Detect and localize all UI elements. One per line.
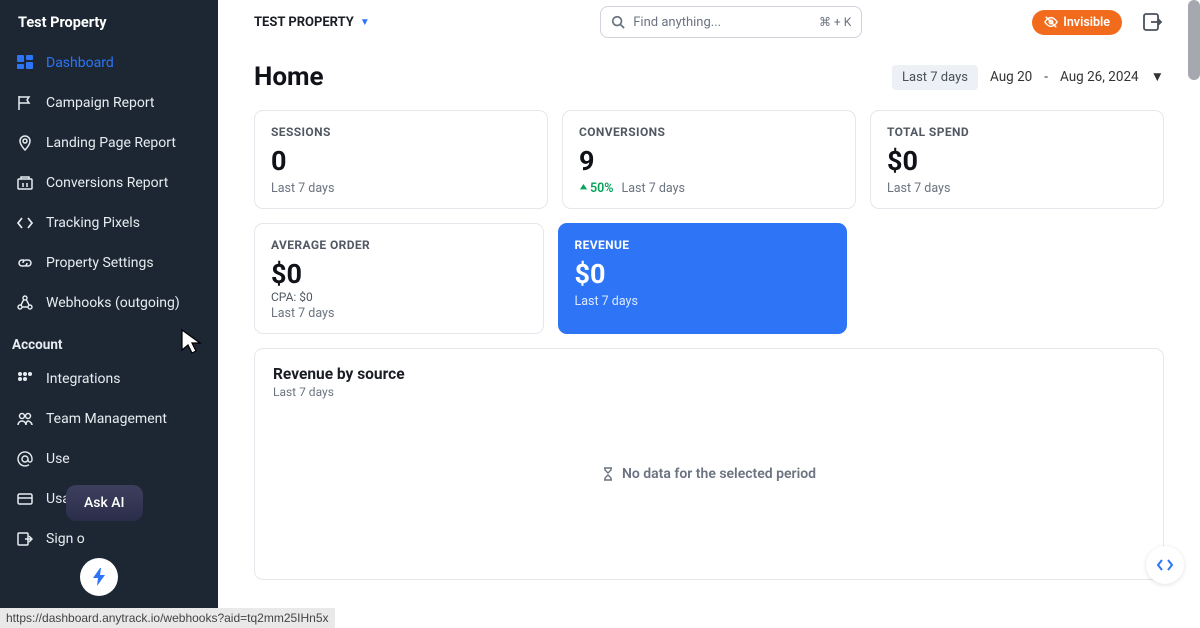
content: Home Last 7 days Aug 20 - Aug 26, 2024 ▼… bbox=[218, 44, 1200, 628]
sidebar-item-team-management[interactable]: Team Management bbox=[0, 399, 218, 439]
sidebar: Test Property Dashboard Campaign Report … bbox=[0, 0, 218, 628]
foot-label: Last 7 days bbox=[622, 181, 685, 196]
date-range-chip: Last 7 days bbox=[892, 65, 978, 90]
breadcrumb[interactable]: TEST PROPERTY ▼ bbox=[254, 15, 370, 30]
card-subvalue: CPA: $0 bbox=[271, 290, 527, 304]
sidebar-title: Test Property bbox=[0, 0, 218, 43]
bolt-icon bbox=[91, 568, 107, 586]
exit-icon[interactable] bbox=[1142, 12, 1164, 32]
card-icon bbox=[16, 490, 34, 508]
invisible-badge[interactable]: Invisible bbox=[1032, 10, 1122, 35]
empty-text: No data for the selected period bbox=[622, 466, 816, 482]
sidebar-item-label: Property Settings bbox=[46, 255, 154, 271]
pin-icon bbox=[16, 134, 34, 152]
sidebar-item-label: Conversions Report bbox=[46, 175, 168, 191]
sidebar-item-label: Webhooks (outgoing) bbox=[46, 295, 180, 311]
sidebar-item-label: Sign o bbox=[46, 531, 85, 547]
sidebar-item-label: Landing Page Report bbox=[46, 135, 176, 151]
breadcrumb-label: TEST PROPERTY bbox=[254, 15, 354, 30]
search-shortcut: ⌘ + K bbox=[819, 15, 851, 29]
card-sessions[interactable]: SESSIONS 0 Last 7 days bbox=[254, 110, 548, 209]
sidebar-item-integrations[interactable]: Integrations bbox=[0, 359, 218, 399]
team-icon bbox=[16, 410, 34, 428]
sidebar-item-conversions-report[interactable]: Conversions Report bbox=[0, 163, 218, 203]
signout-icon bbox=[16, 530, 34, 548]
scrollbar-thumb[interactable] bbox=[1188, 0, 1200, 80]
main-area: TEST PROPERTY ▼ Find anything... ⌘ + K I… bbox=[218, 0, 1200, 628]
dashboard-icon bbox=[16, 54, 34, 72]
sidebar-item-webhooks[interactable]: Webhooks (outgoing) bbox=[0, 283, 218, 323]
sidebar-item-label: Campaign Report bbox=[46, 95, 155, 111]
card-total-spend[interactable]: TOTAL SPEND $0 Last 7 days bbox=[870, 110, 1164, 209]
zap-fab[interactable] bbox=[80, 558, 118, 596]
card-label: TOTAL SPEND bbox=[887, 125, 1147, 139]
date-separator: - bbox=[1044, 69, 1048, 85]
topbar: TEST PROPERTY ▼ Find anything... ⌘ + K I… bbox=[218, 0, 1200, 44]
sidebar-item-campaign-report[interactable]: Campaign Report bbox=[0, 83, 218, 123]
conversion-icon bbox=[16, 174, 34, 192]
card-average-order[interactable]: AVERAGE ORDER $0 CPA: $0 Last 7 days bbox=[254, 223, 544, 334]
search-input[interactable]: Find anything... ⌘ + K bbox=[600, 6, 862, 38]
card-value: 0 bbox=[271, 145, 531, 177]
ask-ai-button[interactable]: Ask AI bbox=[66, 485, 143, 521]
card-value: $0 bbox=[887, 145, 1147, 177]
card-value: 9 bbox=[579, 145, 839, 177]
card-footer: Last 7 days bbox=[887, 181, 1147, 196]
status-bar-url: https://dashboard.anytrack.io/webhooks?a… bbox=[0, 608, 335, 628]
webhook-icon bbox=[16, 294, 34, 312]
link-icon bbox=[16, 254, 34, 272]
card-revenue[interactable]: REVENUE $0 Last 7 days bbox=[558, 223, 848, 334]
card-label: AVERAGE ORDER bbox=[271, 238, 527, 252]
card-footer: 50% Last 7 days bbox=[579, 181, 839, 196]
arrow-up-icon bbox=[579, 184, 588, 193]
sidebar-item-user-email[interactable]: Use bbox=[0, 439, 218, 479]
panel-empty-state: No data for the selected period bbox=[273, 399, 1145, 549]
date-start: Aug 20 bbox=[990, 69, 1032, 85]
sidebar-section-account: Account bbox=[0, 323, 218, 359]
code-icon bbox=[16, 214, 34, 232]
revenue-by-source-panel: Revenue by source Last 7 days No data fo… bbox=[254, 348, 1164, 580]
sidebar-item-landing-page-report[interactable]: Landing Page Report bbox=[0, 123, 218, 163]
flag-icon bbox=[16, 94, 34, 112]
search-icon bbox=[611, 15, 625, 29]
code-icon bbox=[1156, 556, 1174, 574]
date-range-picker[interactable]: Last 7 days Aug 20 - Aug 26, 2024 ▼ bbox=[892, 65, 1164, 90]
at-icon bbox=[16, 450, 34, 468]
badge-label: Invisible bbox=[1063, 15, 1110, 30]
panel-subtitle: Last 7 days bbox=[273, 385, 1145, 399]
sidebar-item-label: Dashboard bbox=[46, 55, 114, 71]
card-footer: Last 7 days bbox=[271, 306, 527, 321]
sidebar-item-label: Use bbox=[46, 451, 70, 467]
sidebar-item-label: Integrations bbox=[46, 371, 120, 387]
sidebar-item-property-settings[interactable]: Property Settings bbox=[0, 243, 218, 283]
hourglass-icon bbox=[602, 467, 614, 481]
delta-up: 50% bbox=[579, 181, 614, 196]
page-title: Home bbox=[254, 62, 324, 92]
sidebar-item-label: Team Management bbox=[46, 411, 167, 427]
card-conversions[interactable]: CONVERSIONS 9 50% Last 7 days bbox=[562, 110, 856, 209]
card-footer: Last 7 days bbox=[271, 181, 531, 196]
chevron-down-icon: ▼ bbox=[1151, 69, 1164, 85]
card-value: $0 bbox=[271, 258, 527, 290]
card-value: $0 bbox=[575, 258, 831, 290]
eye-off-icon bbox=[1044, 15, 1058, 29]
sidebar-item-tracking-pixels[interactable]: Tracking Pixels bbox=[0, 203, 218, 243]
panel-title: Revenue by source bbox=[273, 365, 1145, 383]
chevron-down-icon: ▼ bbox=[360, 17, 370, 28]
card-label: REVENUE bbox=[575, 238, 831, 252]
sidebar-item-dashboard[interactable]: Dashboard bbox=[0, 43, 218, 83]
metrics-row-1: SESSIONS 0 Last 7 days CONVERSIONS 9 50%… bbox=[254, 110, 1164, 209]
sidebar-item-sign-out[interactable]: Sign o bbox=[0, 519, 218, 559]
card-label: CONVERSIONS bbox=[579, 125, 839, 139]
sidebar-item-label: Tracking Pixels bbox=[46, 215, 140, 231]
card-footer: Last 7 days bbox=[575, 294, 831, 309]
apps-icon bbox=[16, 370, 34, 388]
date-end: Aug 26, 2024 bbox=[1060, 69, 1139, 85]
metrics-row-2: AVERAGE ORDER $0 CPA: $0 Last 7 days REV… bbox=[254, 223, 847, 334]
card-label: SESSIONS bbox=[271, 125, 531, 139]
dev-fab[interactable] bbox=[1146, 546, 1184, 584]
search-placeholder: Find anything... bbox=[633, 15, 721, 30]
